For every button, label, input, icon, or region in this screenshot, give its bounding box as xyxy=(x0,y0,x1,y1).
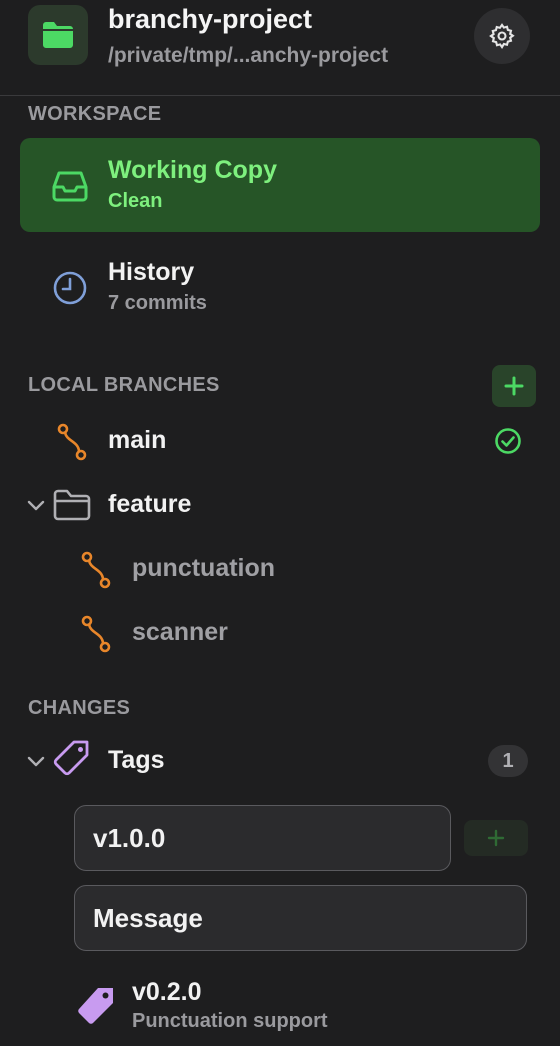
tag-name-field[interactable]: v1.0.0 xyxy=(74,805,451,871)
nav-working-copy[interactable]: Working Copy Clean xyxy=(20,138,540,232)
chevron-down-icon[interactable] xyxy=(26,751,46,771)
tag-list-item[interactable]: v0.2.0 Punctuation support xyxy=(0,972,560,1042)
nav-working-copy-status: Clean xyxy=(108,190,163,212)
section-label-workspace: WORKSPACE xyxy=(28,103,162,125)
settings-button[interactable] xyxy=(474,8,530,64)
branch-row-scanner[interactable]: scanner xyxy=(0,607,560,659)
plus-icon xyxy=(504,376,524,396)
branch-icon xyxy=(81,551,111,589)
chevron-down-icon[interactable] xyxy=(26,495,46,515)
check-circle-icon xyxy=(495,428,521,454)
inbox-tray-icon xyxy=(50,166,90,206)
section-label-changes: CHANGES xyxy=(28,697,131,719)
tag-icon xyxy=(78,988,113,1024)
nav-history-title: History xyxy=(108,258,195,286)
project-header: branchy-project /private/tmp/...anchy-pr… xyxy=(0,0,560,96)
tags-group-header[interactable]: Tags 1 xyxy=(0,735,560,787)
section-label-local-branches: LOCAL BRANCHES xyxy=(28,374,220,396)
nav-history-count: 7 commits xyxy=(108,292,207,314)
branch-row-main[interactable]: main xyxy=(0,415,560,467)
project-name: branchy-project xyxy=(108,4,313,34)
tags-group-label: Tags xyxy=(108,746,165,774)
project-path: /private/tmp/...anchy-project xyxy=(108,44,389,67)
gear-icon xyxy=(489,23,515,50)
branch-icon xyxy=(57,423,87,461)
branch-folder-feature[interactable]: feature xyxy=(0,479,560,531)
folder-outline-icon xyxy=(53,489,91,521)
tag-message-field[interactable]: Message xyxy=(74,885,527,951)
nav-working-copy-title: Working Copy xyxy=(108,156,277,184)
add-tag-button[interactable] xyxy=(464,820,528,856)
tag-name: v0.2.0 xyxy=(132,978,202,1006)
add-branch-button[interactable] xyxy=(492,365,536,407)
branch-folder-label: feature xyxy=(108,490,192,518)
branch-label-main: main xyxy=(108,426,167,454)
branch-label-scanner: scanner xyxy=(132,618,228,646)
plus-icon xyxy=(487,829,505,847)
tag-message: Punctuation support xyxy=(132,1010,328,1032)
nav-history[interactable]: History 7 commits xyxy=(20,240,540,334)
branch-label-punctuation: punctuation xyxy=(132,554,276,582)
tags-count-badge: 1 xyxy=(488,745,528,777)
clock-icon xyxy=(50,268,90,308)
branch-row-punctuation[interactable]: punctuation xyxy=(0,543,560,595)
folder-icon xyxy=(28,5,88,65)
tag-icon xyxy=(53,740,89,776)
branch-icon xyxy=(81,615,111,653)
